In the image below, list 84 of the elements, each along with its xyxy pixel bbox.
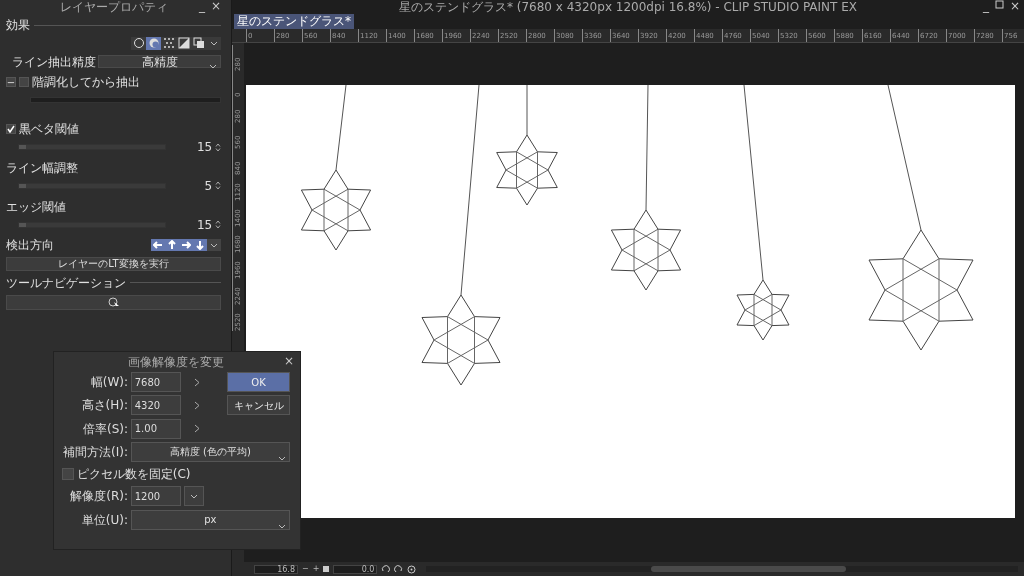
- caret-icon: [278, 523, 286, 529]
- field-label: 解像度(R):: [69, 488, 128, 506]
- unit-select[interactable]: px: [130, 509, 290, 530]
- rotate-left-icon: [381, 564, 391, 574]
- slider-value: 15: [195, 139, 213, 156]
- horizontal-scrollbar[interactable]: [426, 566, 1018, 572]
- caret-icon: [210, 242, 218, 248]
- arrow-icon: [167, 240, 177, 251]
- arrow-icon: [153, 240, 163, 251]
- input-field[interactable]: 1.00: [130, 418, 181, 439]
- cursor-icon: [107, 296, 120, 308]
- arrow-icon: [195, 240, 205, 251]
- slider-track[interactable]: [18, 182, 166, 189]
- cancel-button[interactable]: キャンセル: [227, 395, 290, 416]
- spinner-icon: [215, 220, 221, 229]
- input-field[interactable]: 1200: [130, 486, 181, 507]
- field-label: 補間方法(I):: [62, 443, 128, 461]
- maximize-icon: [994, 0, 1004, 9]
- field-label: 幅(W):: [89, 374, 128, 391]
- caret-icon: [209, 40, 218, 46]
- zoom-out-button[interactable]: −: [302, 563, 309, 575]
- slider-label: ライン幅調整: [6, 159, 78, 177]
- precision-select[interactable]: 高精度: [98, 55, 221, 68]
- input-field[interactable]: 4320: [130, 395, 181, 416]
- half-square-icon: [177, 37, 190, 50]
- direction-button[interactable]: [193, 239, 207, 252]
- slider-track[interactable]: [18, 221, 166, 228]
- checkbox[interactable]: [62, 468, 74, 481]
- spinner-icon: [215, 142, 221, 152]
- rotate-right-icon: [394, 564, 404, 574]
- slider-track[interactable]: [18, 144, 166, 150]
- dot-grid-icon: [162, 37, 175, 50]
- field-label: ライン抽出精度: [11, 53, 96, 71]
- effect-button[interactable]: [146, 36, 161, 50]
- arrow-icon: [181, 240, 191, 251]
- chevron-right-icon: [193, 400, 200, 410]
- square-icon: [323, 566, 330, 572]
- caret-icon: [189, 494, 198, 499]
- minimize-button[interactable]: _: [982, 0, 989, 12]
- panel-title: レイヤープロパティ: [59, 0, 168, 16]
- zoom-field[interactable]: 16.8: [254, 564, 298, 574]
- chevron-right-icon: [193, 377, 200, 387]
- filled-circle-icon: [147, 37, 160, 50]
- checkbox[interactable]: [6, 124, 16, 134]
- overlapping-squares-icon: [192, 37, 205, 50]
- minimize-button[interactable]: _: [198, 0, 205, 12]
- effect-button[interactable]: [131, 36, 146, 50]
- slider-value: 15: [195, 216, 213, 234]
- close-button[interactable]: ×: [283, 355, 294, 367]
- effect-button[interactable]: [161, 36, 176, 50]
- section-title: ツールナビゲーション: [6, 274, 126, 292]
- zoom-in-button[interactable]: +: [312, 563, 320, 575]
- circle-icon: [132, 37, 145, 50]
- slider-label: 黒ベタ閾値: [18, 121, 79, 138]
- field-label: 単位(U):: [80, 511, 128, 529]
- check-icon: [7, 125, 15, 133]
- checkbox-label: 階調化してから抽出: [31, 74, 140, 92]
- window-title: 星のステンドグラス* (7680 x 4320px 1200dpi 16.8%) - CLIP STUDIO PAINT EX: [398, 0, 858, 16]
- spinner-icon: [215, 181, 221, 191]
- checkbox-label: ピクセル数を固定(C): [76, 466, 191, 484]
- angle-field[interactable]: 0.0: [333, 564, 378, 574]
- field-label: 倍率(S):: [81, 420, 128, 438]
- execute-button[interactable]: レイヤーのLT変換を実行: [6, 257, 221, 271]
- direction-button[interactable]: [151, 239, 165, 252]
- field-label: 検出方向: [6, 237, 55, 255]
- effect-button[interactable]: [176, 36, 191, 50]
- checkbox[interactable]: [18, 77, 29, 88]
- dialog-title: 画像解像度を変更: [128, 354, 224, 371]
- slider-label: エッジ閾値: [6, 198, 66, 216]
- effect-button[interactable]: [191, 36, 206, 50]
- caret-icon: [209, 64, 217, 69]
- close-button[interactable]: ×: [210, 0, 221, 12]
- document-tab[interactable]: 星のステンドグラス*: [234, 14, 354, 29]
- section-title: 効果: [6, 17, 30, 34]
- chevron-right-icon: [193, 424, 200, 434]
- slider-value: 5: [203, 177, 213, 195]
- caret-icon: [278, 455, 286, 461]
- close-button[interactable]: ×: [1009, 0, 1020, 12]
- collapse-toggle[interactable]: −: [6, 77, 16, 88]
- reset-icon: [407, 564, 417, 574]
- input-field[interactable]: 7680: [130, 372, 181, 392]
- field-label: 高さ(H):: [80, 397, 128, 415]
- ok-button[interactable]: OK: [227, 372, 290, 392]
- interpolation-select[interactable]: 高精度 (色の平均): [130, 441, 290, 462]
